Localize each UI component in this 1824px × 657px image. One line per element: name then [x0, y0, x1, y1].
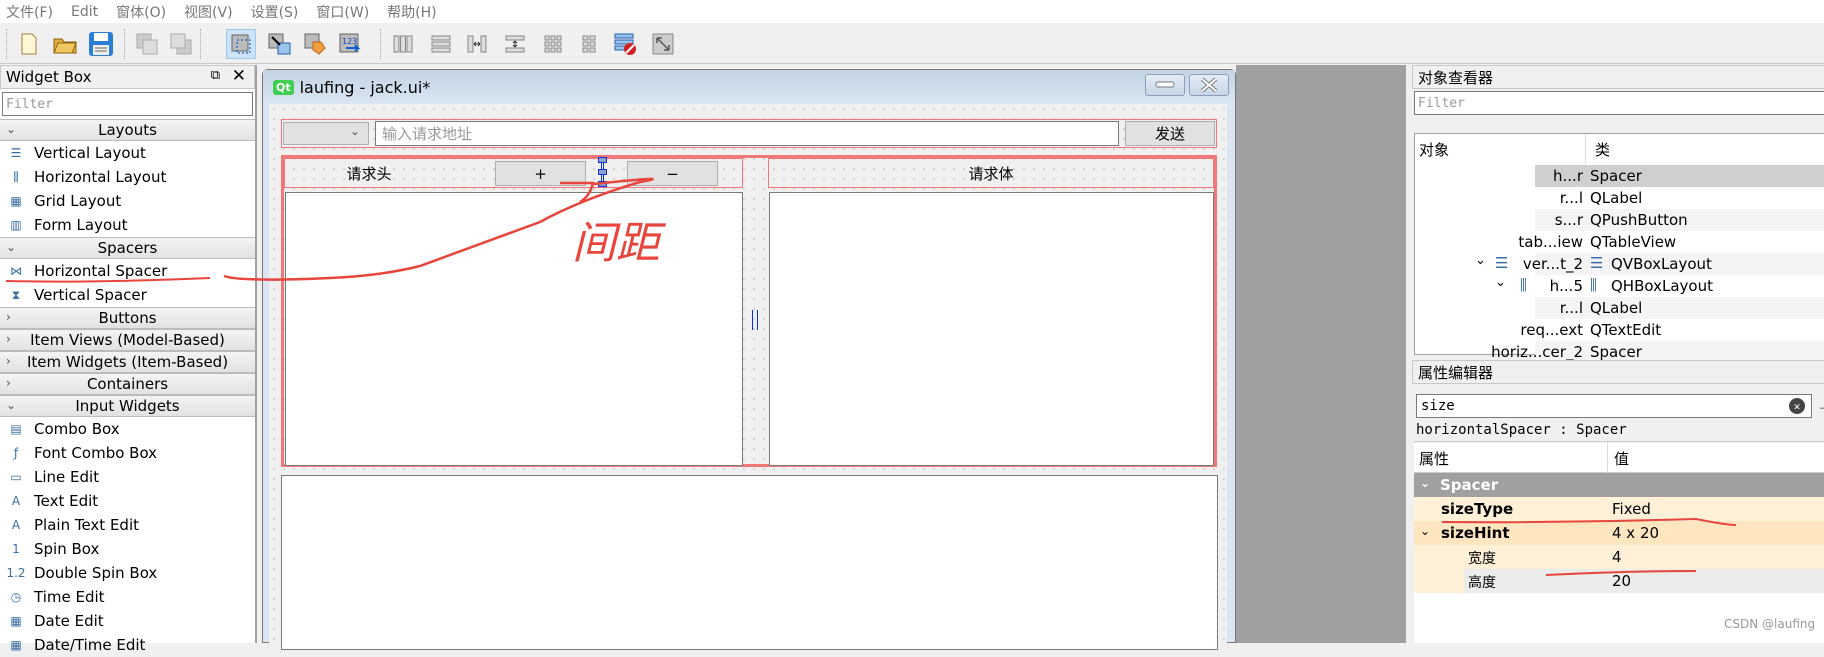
annotation-text: 间距 — [572, 218, 667, 269]
watermark: CSDN @laufing — [1724, 617, 1816, 631]
property-annotation — [1441, 517, 1737, 576]
right-dock: 对象查看器 Filter 对象 类 h...r Spacer r...l QLabel… — [1404, 65, 1824, 643]
annotation-underline — [5, 277, 211, 283]
